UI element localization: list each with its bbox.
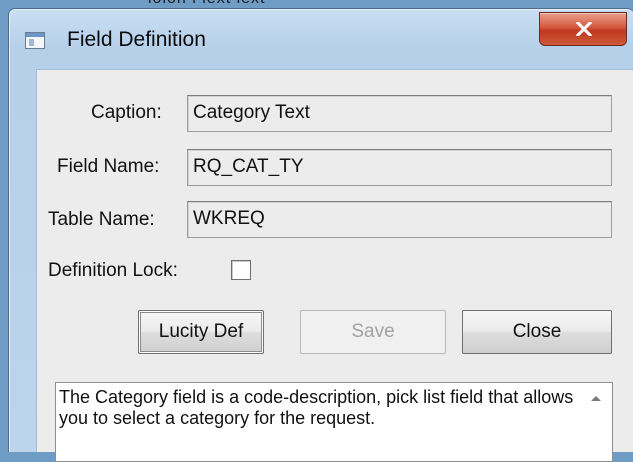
app-window-icon — [25, 32, 45, 49]
background-window-text: ioion i iext iext — [148, 0, 266, 8]
field-name-field[interactable]: RQ_CAT_TY — [187, 149, 612, 186]
definition-lock-checkbox[interactable] — [231, 260, 251, 280]
scroll-up-arrow-icon[interactable] — [585, 388, 607, 408]
window-title: Field Definition — [67, 28, 206, 51]
definition-lock-label: Definition Lock: — [48, 260, 178, 281]
save-button[interactable]: Save — [300, 310, 446, 354]
close-icon — [576, 22, 592, 36]
field-definition-window: Field Definition Caption: Category Text … — [8, 8, 633, 462]
title-bar[interactable]: Field Definition — [9, 9, 633, 67]
table-name-field[interactable]: WKREQ — [187, 201, 612, 238]
close-button[interactable]: Close — [462, 310, 612, 354]
window-close-button[interactable] — [539, 12, 627, 46]
description-textarea[interactable]: The Category field is a code-description… — [55, 382, 613, 462]
dialog-body: Caption: Category Text Field Name: RQ_CA… — [36, 69, 633, 462]
table-name-label: Table Name: — [48, 209, 155, 230]
field-name-label: Field Name: — [57, 156, 160, 177]
description-text: The Category field is a code-description… — [59, 387, 574, 428]
lucity-def-button[interactable]: Lucity Def — [138, 310, 264, 354]
caption-field[interactable]: Category Text — [187, 95, 612, 132]
caption-label: Caption: — [91, 102, 162, 123]
